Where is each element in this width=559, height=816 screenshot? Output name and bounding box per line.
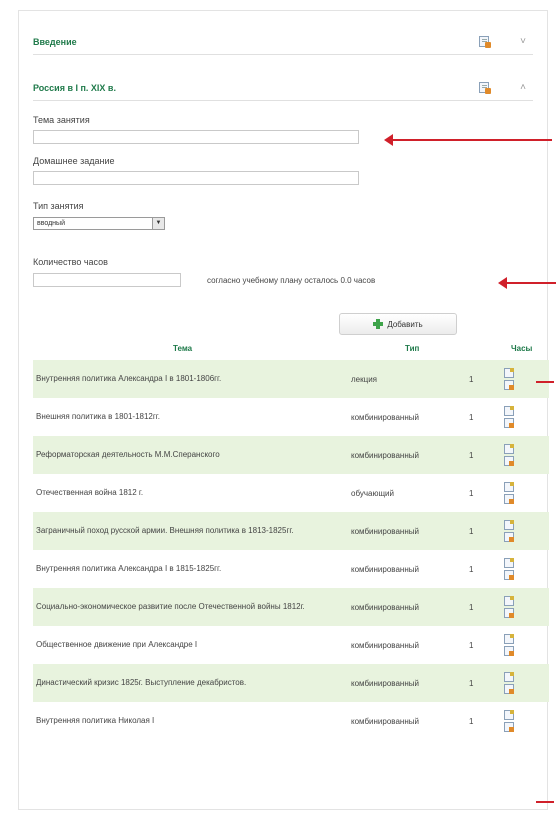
row-topic: Внешняя политика в 1801-1812гг. — [36, 412, 160, 421]
table-row: Внутренняя политика Александра I в 1815-… — [33, 550, 549, 588]
edit-icon[interactable] — [504, 608, 514, 618]
lesson-plan-panel: Введение ˅ Россия в I п. XIX в. ˄ Тема з… — [18, 10, 549, 810]
table-row: Общественное движение при Александре I к… — [33, 626, 549, 664]
view-icon[interactable] — [504, 596, 514, 606]
row-type: комбинированный — [351, 716, 419, 726]
edit-document-icon[interactable] — [479, 81, 491, 94]
table-row: Отечественная война 1812 г. обучающий 1 — [33, 474, 549, 512]
table-row: Социально-экономическое развитие после О… — [33, 588, 549, 626]
annotation-mark — [536, 801, 554, 803]
row-topic: Общественное движение при Александре I — [36, 640, 198, 649]
table-header: Тема Тип Часы — [33, 344, 549, 358]
row-type: комбинированный — [351, 450, 419, 460]
homework-input[interactable] — [33, 171, 359, 185]
edit-document-icon[interactable] — [479, 35, 491, 48]
header-type: Тип — [405, 344, 420, 353]
edit-icon[interactable] — [504, 646, 514, 656]
table-row: Внутренняя политика Николая I комбиниров… — [33, 702, 549, 740]
table-row: Заграничный поход русской армии. Внешняя… — [33, 512, 549, 550]
row-topic: Отечественная война 1812 г. — [36, 488, 144, 497]
view-icon[interactable] — [504, 406, 514, 416]
header-topic: Тема — [173, 344, 193, 353]
edit-icon[interactable] — [504, 570, 514, 580]
section-russia-title[interactable]: Россия в I п. XIX в. — [33, 83, 479, 93]
topic-label: Тема занятия — [33, 115, 90, 125]
row-hours: 1 — [469, 640, 474, 650]
edit-icon[interactable] — [504, 494, 514, 504]
annotation-arrow — [498, 277, 556, 289]
edit-icon[interactable] — [504, 532, 514, 542]
row-type: комбинированный — [351, 526, 419, 536]
header-hours: Часы — [511, 344, 533, 353]
table-row: Внутренняя политика Александра I в 1801-… — [33, 360, 549, 398]
edit-icon[interactable] — [504, 380, 514, 390]
edit-icon[interactable] — [504, 684, 514, 694]
row-hours: 1 — [469, 450, 474, 460]
hours-input[interactable] — [33, 273, 181, 287]
row-topic: Внутренняя политика Александра I в 1815-… — [36, 564, 222, 573]
row-type: комбинированный — [351, 640, 419, 650]
topic-input[interactable] — [33, 130, 359, 144]
row-hours: 1 — [469, 374, 474, 384]
row-topic: Династический кризис 1825г. Выступление … — [36, 678, 247, 687]
annotation-mark — [536, 381, 554, 383]
row-hours: 1 — [469, 678, 474, 688]
view-icon[interactable] — [504, 444, 514, 454]
view-icon[interactable] — [504, 558, 514, 568]
row-hours: 1 — [469, 602, 474, 612]
view-icon[interactable] — [504, 672, 514, 682]
plus-icon — [373, 319, 384, 329]
row-topic: Социально-экономическое развитие после О… — [36, 602, 305, 611]
section-russia-header[interactable]: Россия в I п. XIX в. ˄ — [33, 75, 533, 101]
row-type: комбинированный — [351, 412, 419, 422]
view-icon[interactable] — [504, 368, 514, 378]
edit-icon[interactable] — [504, 418, 514, 428]
view-icon[interactable] — [504, 520, 514, 530]
row-type: лекция — [351, 374, 377, 384]
add-button-label: Добавить — [387, 319, 423, 329]
row-topic: Внутренняя политика Александра I в 1801-… — [36, 374, 222, 383]
table-row: Внешняя политика в 1801-1812гг. комбинир… — [33, 398, 549, 436]
view-icon[interactable] — [504, 482, 514, 492]
row-topic: Внутренняя политика Николая I — [36, 716, 155, 725]
row-type: комбинированный — [351, 602, 419, 612]
row-topic: Заграничный поход русской армии. Внешняя… — [36, 526, 294, 535]
row-hours: 1 — [469, 564, 474, 574]
row-hours: 1 — [469, 412, 474, 422]
lessons-table: Внутренняя политика Александра I в 1801-… — [33, 360, 549, 740]
row-hours: 1 — [469, 716, 474, 726]
section-intro-header[interactable]: Введение ˅ — [33, 29, 533, 55]
view-icon[interactable] — [504, 634, 514, 644]
edit-icon[interactable] — [504, 456, 514, 466]
row-type: комбинированный — [351, 678, 419, 688]
row-hours: 1 — [469, 526, 474, 536]
row-type: обучающий — [351, 488, 394, 498]
annotation-arrow — [384, 134, 552, 146]
row-topic: Реформаторская деятельность М.М.Сперанск… — [36, 450, 220, 459]
section-intro-title[interactable]: Введение — [33, 37, 479, 47]
add-button[interactable]: Добавить — [339, 313, 457, 335]
remaining-hours-text: согласно учебному плану осталось 0.0 час… — [207, 276, 376, 285]
lesson-type-select[interactable]: вводный ▼ — [33, 217, 165, 230]
homework-label: Домашнее задание — [33, 156, 115, 166]
row-type: комбинированный — [351, 564, 419, 574]
chevron-down-icon[interactable]: ˅ — [513, 36, 533, 47]
view-icon[interactable] — [504, 710, 514, 720]
chevron-up-icon[interactable]: ˄ — [513, 82, 533, 93]
lesson-type-label: Тип занятия — [33, 201, 84, 211]
dropdown-arrow-icon[interactable]: ▼ — [152, 218, 164, 229]
edit-icon[interactable] — [504, 722, 514, 732]
row-hours: 1 — [469, 488, 474, 498]
table-row: Реформаторская деятельность М.М.Сперанск… — [33, 436, 549, 474]
hours-label: Количество часов — [33, 257, 108, 267]
lesson-type-value: вводный — [37, 220, 65, 227]
table-row: Династический кризис 1825г. Выступление … — [33, 664, 549, 702]
